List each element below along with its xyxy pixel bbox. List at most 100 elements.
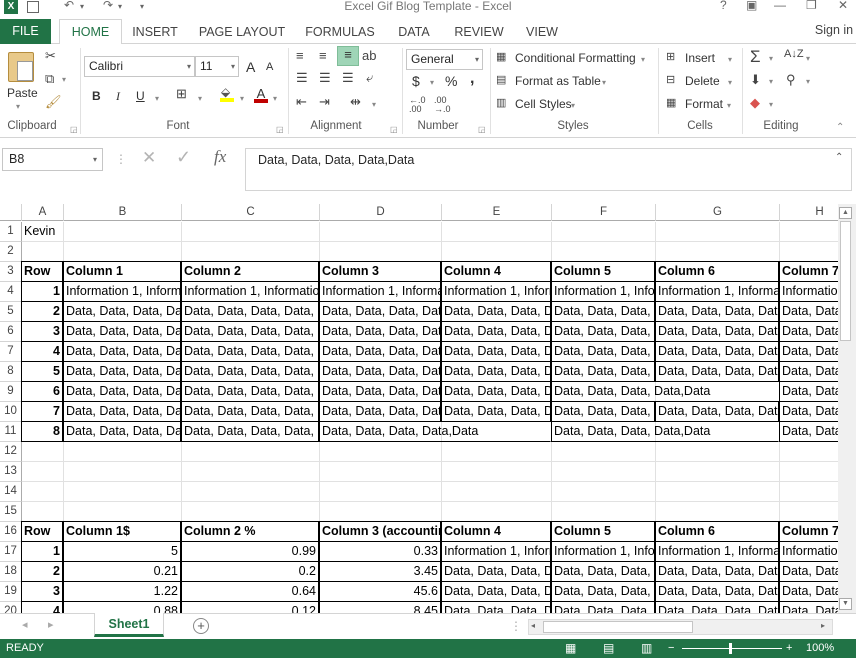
scroll-left-arrow-icon[interactable]: ◂: [531, 621, 535, 630]
grid-cell[interactable]: Column 3: [319, 261, 441, 282]
column-header-e[interactable]: E: [442, 204, 552, 221]
find-select-icon[interactable]: ⚲: [786, 72, 796, 88]
prev-sheet-icon[interactable]: ◂: [22, 618, 28, 631]
grid-cell[interactable]: Data, Data, Data, Data, Data: [441, 301, 551, 322]
close-button[interactable]: ✕: [838, 0, 848, 12]
grid-cell[interactable]: 3: [21, 321, 63, 342]
help-button[interactable]: ?: [720, 0, 727, 12]
tab-file[interactable]: FILE: [0, 19, 51, 44]
currency-button[interactable]: $: [412, 73, 420, 89]
font-size-combo[interactable]: 11 ▾: [195, 56, 239, 77]
grid-cell[interactable]: Information 1, Information 1, Informatio…: [779, 281, 838, 302]
cancel-entry-button[interactable]: ✕: [142, 148, 156, 168]
grid-cell[interactable]: Data, Data, Data, Data, Data: [441, 401, 551, 422]
next-sheet-icon[interactable]: ▸: [48, 618, 54, 631]
grid-cell[interactable]: Data, Data, Data, Data, Data: [779, 361, 838, 382]
grid-cell[interactable]: Data, Data, Data, Data, Data: [63, 301, 181, 322]
grid-cell[interactable]: Data, Data, Data, Data, Data: [779, 341, 838, 362]
borders-dropdown-icon[interactable]: ▾: [198, 94, 202, 103]
tab-data[interactable]: DATA: [392, 21, 436, 43]
orientation-icon[interactable]: ab: [362, 48, 376, 63]
grid-cell[interactable]: Data, Data, Data, Data, Data: [441, 381, 551, 402]
align-left-icon[interactable]: ☰: [296, 70, 308, 86]
grid-cell[interactable]: [182, 222, 320, 242]
sort-dropdown-icon[interactable]: ▾: [806, 54, 810, 63]
zoom-out-button[interactable]: −: [668, 639, 674, 658]
grid-cell[interactable]: Data, Data, Data, Data, Data: [63, 321, 181, 342]
grid-cell[interactable]: [22, 462, 64, 482]
expand-formula-bar-icon[interactable]: ⌃: [835, 152, 843, 163]
cell-styles-button[interactable]: Cell Styles: [515, 97, 572, 111]
grid-cell[interactable]: Information 1, Information 1, Informatio…: [551, 541, 655, 562]
grid-cell[interactable]: [656, 222, 780, 242]
column-header-f[interactable]: F: [552, 204, 656, 221]
middle-align-icon[interactable]: ≡: [319, 48, 327, 63]
row-header[interactable]: 2: [0, 242, 22, 262]
grid-cell[interactable]: Data, Data, Data, Data, Data: [655, 401, 779, 422]
clipboard-launcher-icon[interactable]: ◲: [70, 125, 78, 134]
grid-cell[interactable]: 0.2: [181, 561, 319, 582]
grid-cell[interactable]: Data, Data, Data, Data, Data: [441, 341, 551, 362]
grid-cell[interactable]: [182, 482, 320, 502]
sheet-tab-sheet1[interactable]: Sheet1: [94, 613, 164, 637]
tab-review[interactable]: REVIEW: [450, 21, 508, 43]
grid-cell[interactable]: Data, Data, Data, Data, Data: [63, 401, 181, 422]
grid-cell[interactable]: Information 1, Information 1, Informatio…: [655, 541, 779, 562]
bottom-align-icon[interactable]: ≡: [337, 46, 359, 66]
grid-cell[interactable]: Data, Data, Data, Data, Data: [319, 341, 441, 362]
autosum-icon[interactable]: Σ: [750, 47, 761, 67]
zoom-slider-thumb[interactable]: [729, 643, 732, 654]
grid-cell[interactable]: 8.45: [319, 601, 441, 613]
row-header[interactable]: 11: [0, 422, 22, 442]
grid-cell[interactable]: 2: [21, 301, 63, 322]
grid-cell[interactable]: [182, 462, 320, 482]
paste-button[interactable]: Paste: [7, 86, 38, 100]
grid-cell[interactable]: 0.64: [181, 581, 319, 602]
grid-cell[interactable]: Data, Data, Data, Data, Data: [779, 401, 838, 422]
grid-cell[interactable]: Column 1: [63, 261, 181, 282]
autosum-dropdown-icon[interactable]: ▾: [769, 54, 773, 63]
grid-cell[interactable]: Data, Data, Data, Data, Data: [551, 361, 655, 382]
grid-cell[interactable]: [656, 462, 780, 482]
insert-dropdown-icon[interactable]: ▾: [728, 55, 732, 64]
grid-cell[interactable]: Data, Data, Data, Data, Data: [441, 581, 551, 602]
minimize-button[interactable]: —: [774, 0, 786, 12]
grid-cell[interactable]: 1: [21, 541, 63, 562]
delete-cells-button[interactable]: Delete: [685, 74, 720, 88]
row-header[interactable]: 19: [0, 582, 22, 602]
grid-cell[interactable]: 0.99: [181, 541, 319, 562]
conditional-formatting-icon[interactable]: ▦: [496, 50, 506, 63]
new-sheet-button[interactable]: +: [193, 618, 209, 634]
grid-cell[interactable]: [64, 462, 182, 482]
grid-cell[interactable]: [780, 442, 838, 462]
grid-cell[interactable]: Column 5: [551, 521, 655, 542]
cut-icon[interactable]: ✂: [45, 48, 56, 64]
grid-cell[interactable]: [442, 222, 552, 242]
grid-cell[interactable]: [552, 482, 656, 502]
row-header[interactable]: 3: [0, 262, 22, 282]
chevron-down-icon[interactable]: ▾: [93, 149, 97, 170]
grid-cell[interactable]: Column 6: [655, 261, 779, 282]
grid-cell[interactable]: Row: [21, 521, 63, 542]
sort-filter-icon[interactable]: A↓Z: [784, 48, 804, 60]
page-break-view-icon[interactable]: ▥: [641, 639, 652, 658]
row-header[interactable]: 9: [0, 382, 22, 402]
grid-cell[interactable]: Data, Data, Data, Data, Data: [551, 301, 655, 322]
alignment-launcher-icon[interactable]: ◲: [390, 125, 398, 134]
bold-button[interactable]: B: [92, 89, 101, 103]
grow-font-button[interactable]: A: [246, 59, 255, 75]
grid-cell[interactable]: Data, Data, Data, Data, Data: [551, 321, 655, 342]
grid-cell[interactable]: Data, Data, Data, Data, Data: [181, 361, 319, 382]
row-header[interactable]: 17: [0, 542, 22, 562]
grid-cell[interactable]: 3: [21, 581, 63, 602]
grid-cell[interactable]: Data, Data, Data, Data, Data: [655, 321, 779, 342]
currency-dropdown-icon[interactable]: ▾: [430, 78, 434, 87]
grid-cell[interactable]: [780, 462, 838, 482]
percent-button[interactable]: %: [445, 73, 457, 89]
find-dropdown-icon[interactable]: ▾: [806, 77, 810, 86]
grid-cell[interactable]: Data, Data, Data, Data, Data: [655, 581, 779, 602]
grid-cell[interactable]: Data, Data, Data, Data, Data: [181, 421, 319, 442]
collapse-ribbon-icon[interactable]: ⌃: [836, 122, 844, 133]
grid-cell[interactable]: 0.33: [319, 541, 441, 562]
grid-cell[interactable]: [320, 462, 442, 482]
